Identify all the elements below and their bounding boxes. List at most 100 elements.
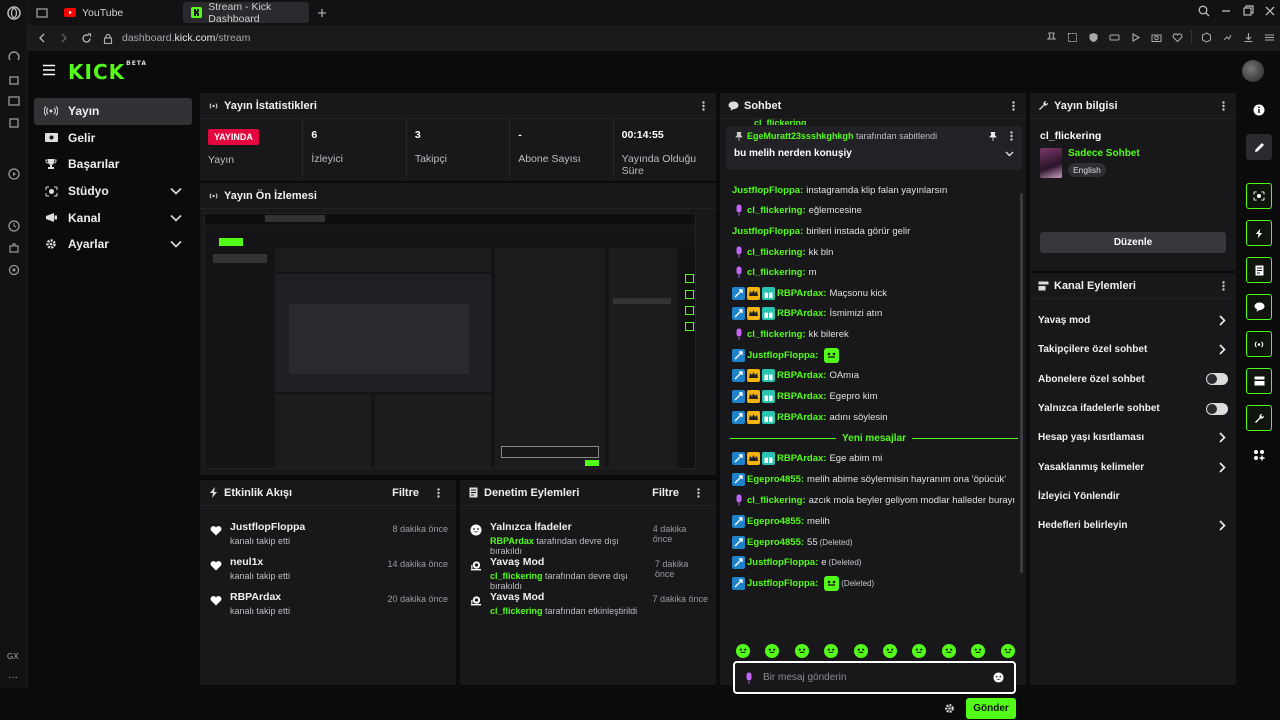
quick-emote-icon[interactable] <box>912 644 927 658</box>
chat-username[interactable]: Egepro4855: <box>747 537 804 548</box>
chat-username[interactable]: RBPArdax: <box>777 370 826 381</box>
chat-input-box[interactable] <box>733 661 1016 694</box>
action-slow-mode[interactable]: Yavaş mod <box>1030 306 1236 335</box>
stream-preview-video[interactable] <box>204 213 696 469</box>
quick-emote-icon[interactable] <box>765 644 780 658</box>
chat-message[interactable]: JustflopFloppa: instagramda klip falan ya… <box>732 181 947 199</box>
chevron-down-icon[interactable] <box>170 238 182 250</box>
moderation-user[interactable]: RBPArdax <box>490 536 534 546</box>
sidebar-item-basarilar[interactable]: Başarılar <box>34 151 192 178</box>
vip-crown-icon[interactable] <box>747 410 760 424</box>
subscriber-gift-icon[interactable] <box>762 368 775 382</box>
sidebar-item-ayarlar[interactable]: Ayarlar <box>34 231 192 258</box>
moderator-sword-icon[interactable] <box>732 451 745 465</box>
subscriber-gift-icon[interactable] <box>762 306 775 320</box>
more-icon[interactable]: ··· <box>8 672 18 683</box>
moderator-sword-icon[interactable] <box>732 514 745 528</box>
chat-username[interactable]: JustflopFloppa: <box>747 350 818 361</box>
quick-emote-icon[interactable] <box>941 644 956 658</box>
quick-emote-icon[interactable] <box>736 644 750 658</box>
add-widget-icon[interactable] <box>1246 442 1272 468</box>
search-icon[interactable] <box>1198 5 1210 17</box>
minimize-icon[interactable] <box>1220 5 1232 17</box>
cube-icon[interactable] <box>1199 30 1213 44</box>
subscribers-only-toggle[interactable] <box>1206 373 1228 386</box>
microphone-badge-icon[interactable] <box>732 246 745 259</box>
chat-username[interactable]: RBPArdax: <box>777 288 826 299</box>
more-vertical-icon[interactable] <box>433 487 443 499</box>
studio-icon[interactable] <box>1246 183 1272 209</box>
vpn-icon[interactable] <box>1107 30 1121 44</box>
media-icon[interactable] <box>6 115 22 131</box>
chat-message[interactable]: cl_flickering: kk bln <box>732 243 833 261</box>
broadcast-icon[interactable] <box>1246 331 1272 357</box>
chat-message[interactable]: cl_flickering: azcık mola beyler geliyom … <box>732 491 1015 509</box>
chat-message[interactable]: RBPArdax: İsmimizi atın <box>732 304 882 322</box>
chat-username[interactable]: cl_flickering: <box>747 267 806 278</box>
microphone-badge-icon[interactable] <box>732 204 745 217</box>
chevron-down-icon[interactable] <box>170 185 182 197</box>
close-icon[interactable] <box>1264 5 1276 17</box>
lightning-icon[interactable] <box>1246 220 1272 246</box>
pin-icon[interactable] <box>1044 30 1058 44</box>
shield-icon[interactable] <box>1086 30 1100 44</box>
action-account-age[interactable]: Hesap yaşı kısıtlaması <box>1030 423 1236 452</box>
sidebar-item-gelir[interactable]: Gelir <box>34 125 192 152</box>
chevron-down-icon[interactable] <box>170 212 182 224</box>
new-tab-icon[interactable] <box>315 6 329 20</box>
chat-message[interactable]: Egepro4855: melih <box>732 512 830 530</box>
restore-icon[interactable] <box>1242 5 1254 17</box>
document-icon[interactable] <box>1246 257 1272 283</box>
player-icon[interactable] <box>6 166 22 182</box>
chat-username[interactable]: RBPArdax: <box>777 412 826 423</box>
sidebar-item-yayin[interactable]: Yayın <box>34 98 192 125</box>
chat-username[interactable]: JustflopFloppa: <box>747 578 818 589</box>
url-text[interactable]: dashboard.kick.com/stream <box>122 32 250 44</box>
moderator-sword-icon[interactable] <box>732 576 745 590</box>
emotes-only-toggle[interactable] <box>1206 402 1228 415</box>
quick-emote-icon[interactable] <box>853 644 868 658</box>
quick-emote-icon[interactable] <box>794 644 809 658</box>
channel-actions-icon[interactable] <box>1246 368 1272 394</box>
chat-username[interactable]: RBPArdax: <box>777 453 826 464</box>
extensions-icon[interactable] <box>6 240 22 256</box>
action-set-goals[interactable]: Hedefleri belirleyin <box>1030 511 1236 540</box>
quick-emote-icon[interactable] <box>824 644 839 658</box>
reload-icon[interactable] <box>78 30 94 46</box>
chat-username[interactable]: RBPArdax: <box>777 391 826 402</box>
chat-username[interactable]: JustflopFloppa: <box>747 557 818 568</box>
moderator-sword-icon[interactable] <box>732 368 745 382</box>
opera-logo-icon[interactable] <box>6 5 22 21</box>
vip-crown-icon[interactable] <box>747 368 760 382</box>
sidebar-item-kanal[interactable]: Kanal <box>34 204 192 231</box>
chevron-down-icon[interactable] <box>1004 150 1014 158</box>
category-link[interactable]: Sadece Sohbet <box>1068 148 1140 159</box>
chat-message[interactable]: cl_flickering: kk bilerek <box>732 325 849 343</box>
moderation-user[interactable]: cl_flickering <box>490 606 543 616</box>
chat-message[interactable]: RBPArdax: Ege abim mi <box>732 449 882 467</box>
moderator-sword-icon[interactable] <box>732 410 745 424</box>
chat-message[interactable]: JustflopFloppa: (Deleted) <box>732 574 874 592</box>
action-host-viewers[interactable]: İzleyici Yönlendir <box>1030 482 1236 511</box>
camera-icon[interactable] <box>1149 30 1163 44</box>
easy-files-icon[interactable] <box>1220 30 1234 44</box>
moderator-sword-icon[interactable] <box>732 306 745 320</box>
heart-icon[interactable] <box>1170 30 1184 44</box>
edit-button[interactable]: Düzenle <box>1040 232 1226 253</box>
tab-manager-icon[interactable] <box>34 5 50 21</box>
chat-message[interactable]: JustflopFloppa: e (Deleted) <box>732 553 861 571</box>
more-vertical-icon[interactable] <box>1218 280 1228 292</box>
download-icon[interactable] <box>1241 30 1255 44</box>
chat-message[interactable]: Egepro4855: melih abime söylermisin hayra… <box>732 470 1006 488</box>
more-vertical-icon[interactable] <box>1008 100 1018 112</box>
subscriber-gift-icon[interactable] <box>762 410 775 424</box>
bag-icon[interactable] <box>6 71 22 87</box>
quick-emote-icon[interactable] <box>1000 644 1015 658</box>
chat-message[interactable]: cl_flickering: eğlemcesine <box>732 201 862 219</box>
microphone-badge-icon[interactable] <box>732 266 745 279</box>
chat-message[interactable]: RBPArdax: Maçsonu kick <box>732 284 887 302</box>
chat-username[interactable]: Egepro4855: <box>747 474 804 485</box>
chat-settings-gear-icon[interactable] <box>944 703 955 714</box>
new-messages-divider[interactable]: Yeni mesajlar <box>730 431 1018 445</box>
quick-emote-icon[interactable] <box>971 644 986 658</box>
